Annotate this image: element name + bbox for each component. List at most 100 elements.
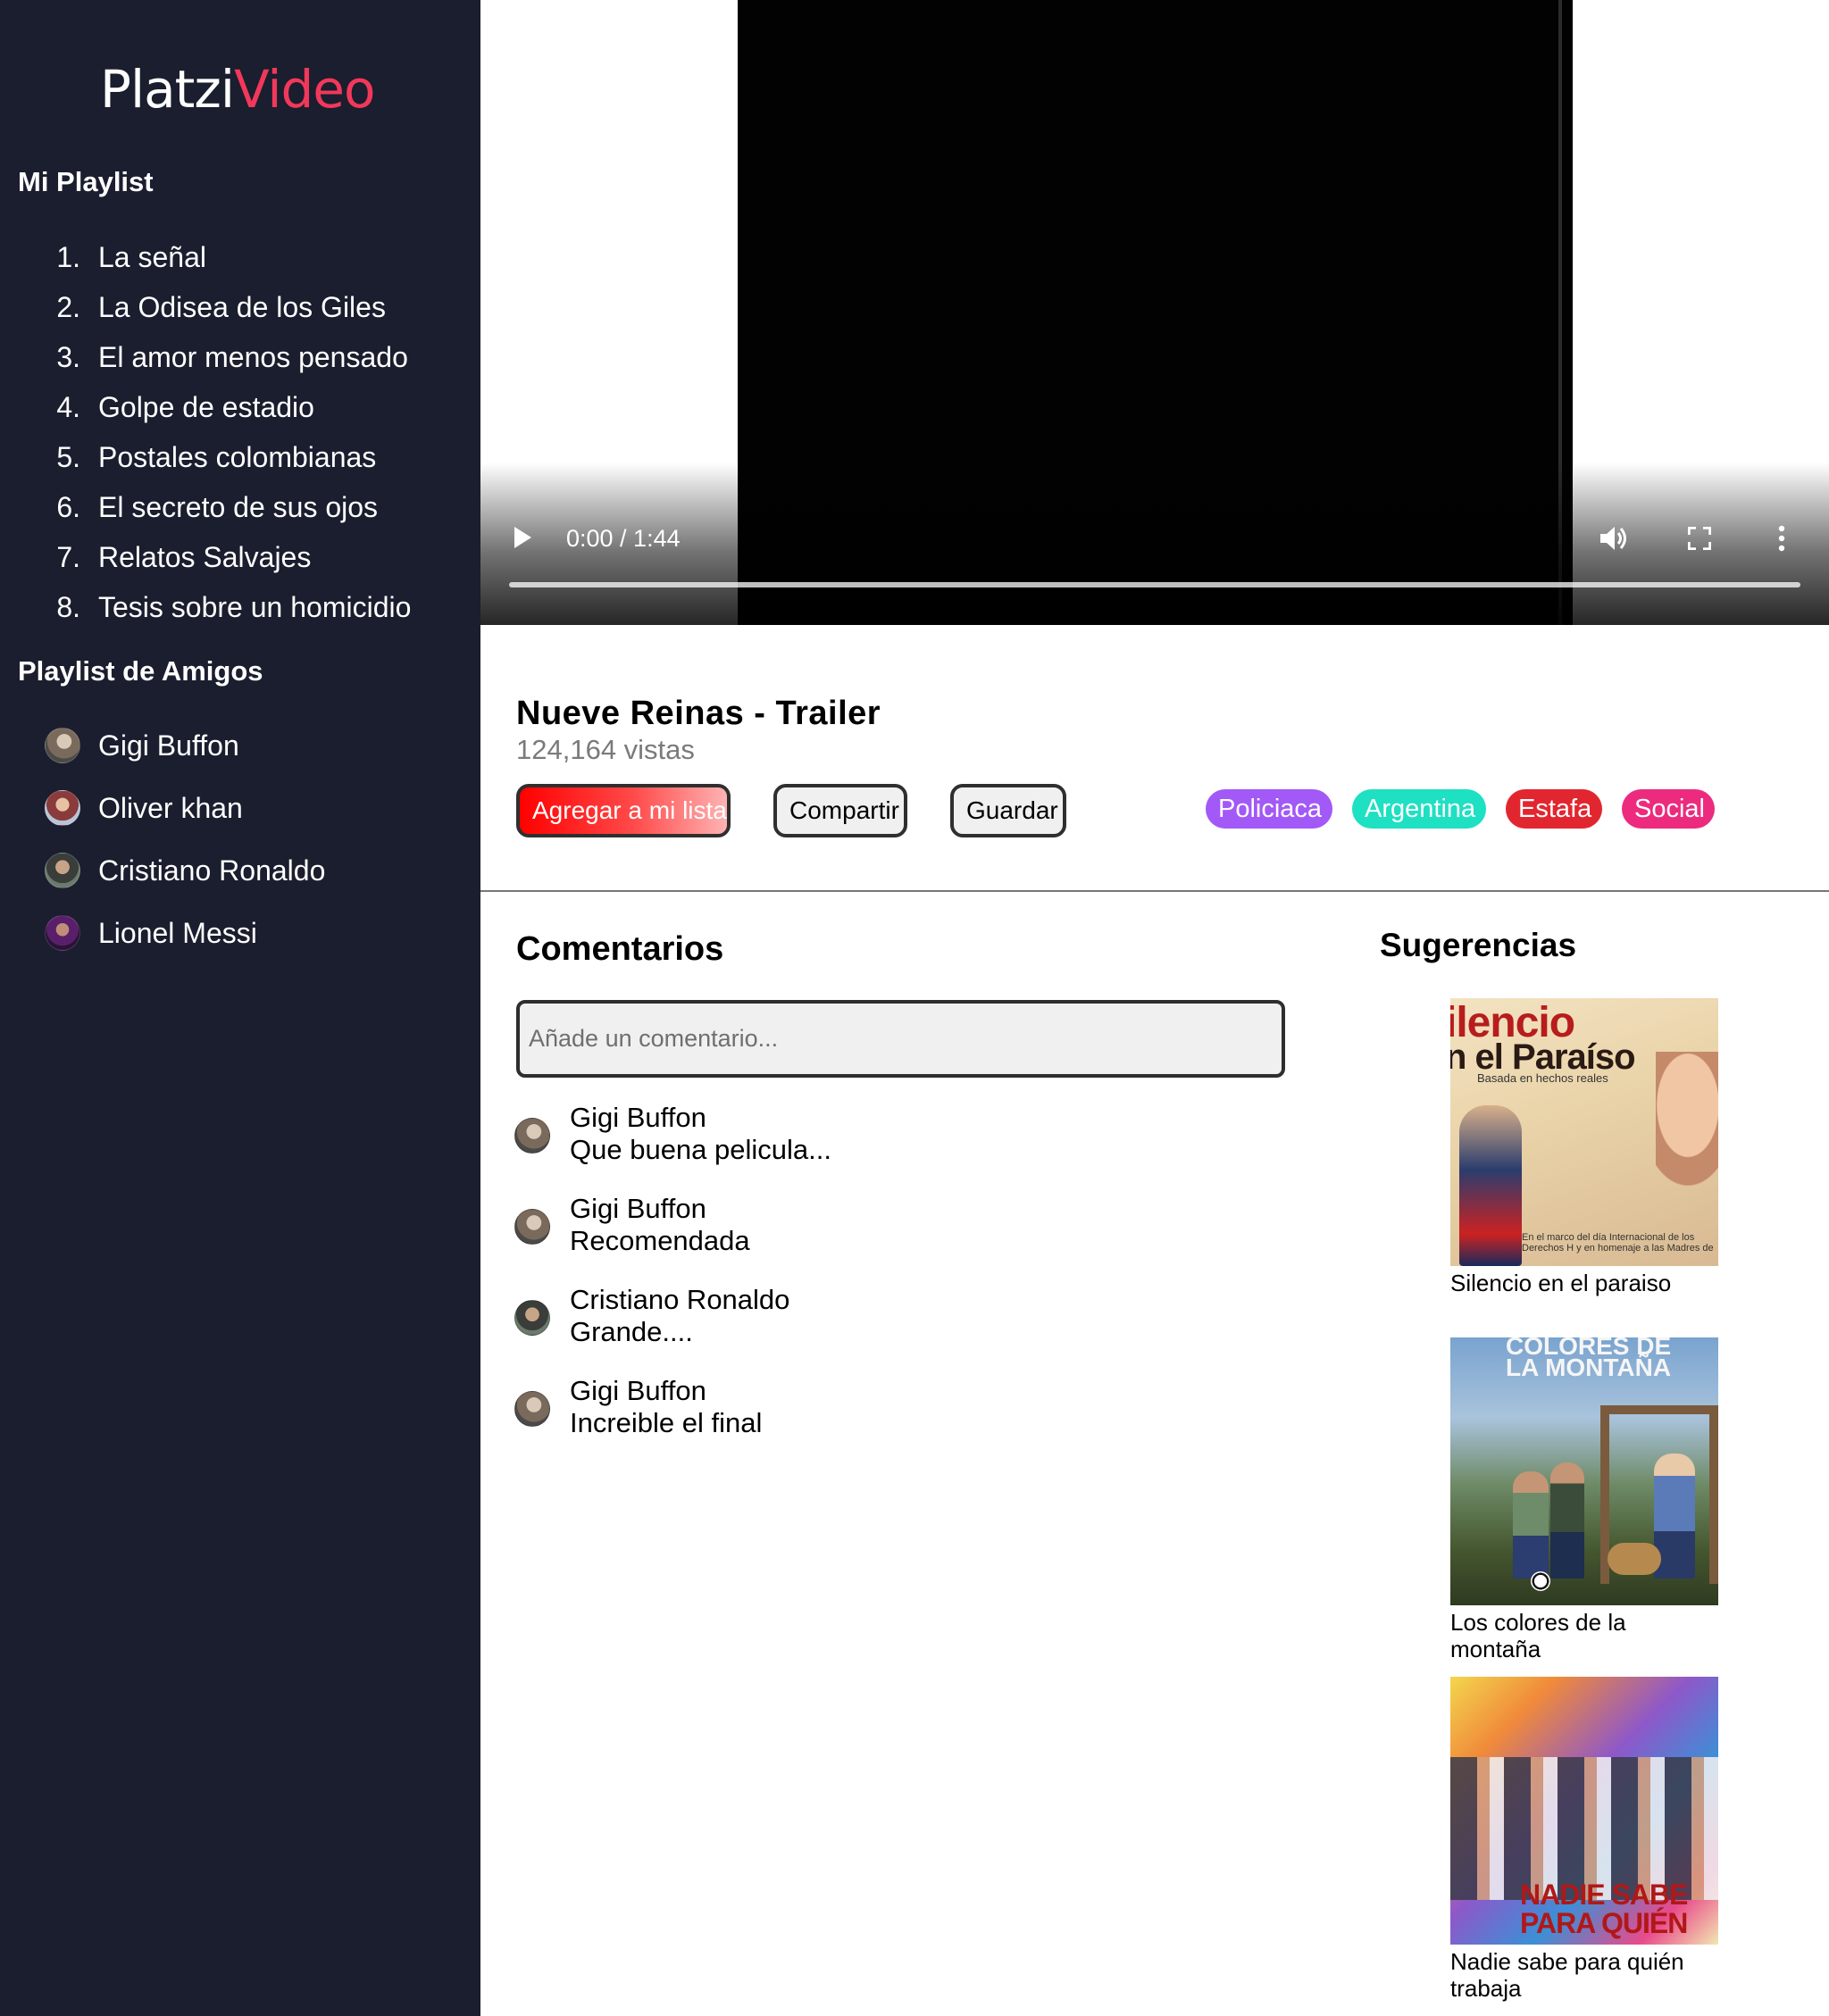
friend-item[interactable]: Gigi Buffon [45,714,325,777]
avatar [45,728,80,763]
suggestion-caption[interactable]: Silencio en el paraiso [1450,1270,1718,1296]
tag-social[interactable]: Social [1622,789,1715,829]
poster-tagline: Basada en hechos reales [1477,1071,1608,1085]
view-count: 124,164 vistas [516,734,695,765]
save-button[interactable]: Guardar [950,784,1066,837]
playlist-item-title: Postales colombianas [98,440,377,473]
video-title: Nueve Reinas - Trailer [516,695,881,732]
avatar [45,853,80,888]
avatar [514,1300,550,1336]
comment-item: Gigi Buffon Increible el final [514,1375,831,1466]
friend-name: Lionel Messi [98,916,257,949]
poster-figure [1550,1462,1584,1579]
playlist-item[interactable]: 6. El secreto de sus ojos [54,482,411,532]
my-playlist: 1. La señal 2. La Odisea de los Giles 3. El… [54,232,411,632]
comment-author: Cristiano Ronaldo [570,1284,790,1315]
poster-title-line-2: LA MONTAÑA [1506,1354,1672,1381]
my-playlist-title: Mi Playlist [18,166,154,197]
playlist-item-number: 3. [56,340,80,373]
poster-figure [1459,1105,1522,1266]
avatar [514,1391,550,1427]
comment-author: Gigi Buffon [570,1375,706,1406]
comment-text: Increible el final [570,1407,763,1438]
volume-icon-svg [1600,527,1626,550]
poster-crossbar [1600,1405,1718,1414]
playlist-item[interactable]: 8. Tesis sobre un homicidio [54,582,411,632]
playlist-item-number: 2. [56,290,80,323]
more-options-icon-svg [1778,525,1785,552]
avatar [514,1118,550,1154]
suggestion-poster[interactable]: ilencio n el Paraíso Basada en hechos re… [1450,998,1718,1266]
friend-name: Oliver khan [98,791,243,824]
playlist-item-number: 8. [56,590,80,623]
comment-input[interactable] [516,1000,1285,1078]
more-options-icon[interactable] [1777,525,1786,552]
suggestion-item[interactable]: NADIE SABE PARA QUIÉN Nadie sabe para qu… [1450,1677,1718,2002]
playlist-item-title: Golpe de estadio [98,390,314,423]
avatar [45,915,80,951]
platzi-video-logo[interactable]: PlatziVideo [100,59,376,120]
comment-list: Gigi Buffon Que buena pelicula... Gigi B… [514,1102,831,1466]
sidebar: PlatziVideo Mi Playlist 1. La señal 2. La … [0,0,480,2016]
playlist-item-title: La Odisea de los Giles [98,290,386,323]
friend-item[interactable]: Oliver khan [45,777,325,839]
avatar [45,790,80,826]
tag-policiaca[interactable]: Policiaca [1206,789,1332,829]
poster-figure [1513,1471,1549,1579]
playlist-item-number: 4. [56,390,80,423]
suggestion-caption[interactable]: Los colores de la montaña [1450,1609,1718,1662]
tag-argentina[interactable]: Argentina [1352,789,1486,829]
comment-author: Gigi Buffon [570,1102,706,1133]
suggestion-poster[interactable]: COLORES DE LA MONTAÑA [1450,1337,1718,1605]
video-player[interactable]: 0:00 / 1:44 [480,0,1829,625]
comment-text: Recomendada [570,1225,750,1256]
poster-goalpost [1709,1405,1718,1584]
poster-dog [1608,1543,1661,1575]
friends-playlist-title: Playlist de Amigos [18,655,263,687]
comment-item: Gigi Buffon Que buena pelicula... [514,1102,831,1193]
add-to-list-button[interactable]: Agregar a mi lista [516,784,731,837]
poster-face [1656,1052,1718,1186]
poster-footnote: En el marco del día Internacional de los… [1522,1232,1714,1254]
friend-name: Gigi Buffon [98,729,239,762]
suggestion-item[interactable]: ilencio n el Paraíso Basada en hechos re… [1450,998,1718,1296]
suggestions-title: Sugerencias [1380,927,1577,963]
playlist-item[interactable]: 4. Golpe de estadio [54,382,411,432]
comment-item: Cristiano Ronaldo Grande.... [514,1284,831,1375]
poster-ball [1531,1571,1550,1591]
suggestion-item[interactable]: COLORES DE LA MONTAÑA Los colores de la … [1450,1337,1718,1662]
share-button[interactable]: Compartir [773,784,907,837]
friend-name: Cristiano Ronaldo [98,854,326,887]
playlist-item-number: 1. [56,240,80,273]
friends-list: Gigi Buffon Oliver khan Cristiano Ronald… [45,714,325,964]
playlist-item[interactable]: 1. La señal [54,232,411,282]
comment-item: Gigi Buffon Recomendada [514,1193,831,1284]
playlist-item-title: Tesis sobre un homicidio [98,590,412,623]
playlist-item[interactable]: 7. Relatos Salvajes [54,532,411,582]
playlist-item[interactable]: 2. La Odisea de los Giles [54,282,411,332]
logo-part-2: Video [233,59,376,120]
logo-part-1: Platzi [100,59,235,120]
comment-author: Gigi Buffon [570,1193,706,1224]
fullscreen-icon[interactable] [1687,526,1712,551]
tag-estafa[interactable]: Estafa [1506,789,1602,829]
playlist-item-title: La señal [98,240,206,273]
playlist-item-title: El amor menos pensado [98,340,408,373]
friend-item[interactable]: Cristiano Ronaldo [45,839,325,902]
suggestion-caption[interactable]: Nadie sabe para quién trabaja [1450,1948,1718,2002]
playlist-item-number: 6. [56,490,80,523]
comment-text: Que buena pelicula... [570,1134,831,1165]
playlist-item-number: 7. [56,540,80,573]
progress-bar[interactable] [509,582,1800,587]
comments-title: Comentarios [516,930,724,968]
playlist-item[interactable]: 3. El amor menos pensado [54,332,411,382]
suggestion-poster[interactable]: NADIE SABE PARA QUIÉN [1450,1677,1718,1945]
poster-title-line-2: PARA QUIÉN [1520,1907,1688,1939]
comment-text: Grande.... [570,1316,693,1347]
friend-item[interactable]: Lionel Messi [45,902,325,964]
playlist-item[interactable]: 5. Postales colombianas [54,432,411,482]
volume-icon[interactable] [1599,525,1631,552]
section-divider [480,890,1829,892]
play-icon[interactable] [514,527,531,548]
time-display: 0:00 / 1:44 [566,525,681,552]
